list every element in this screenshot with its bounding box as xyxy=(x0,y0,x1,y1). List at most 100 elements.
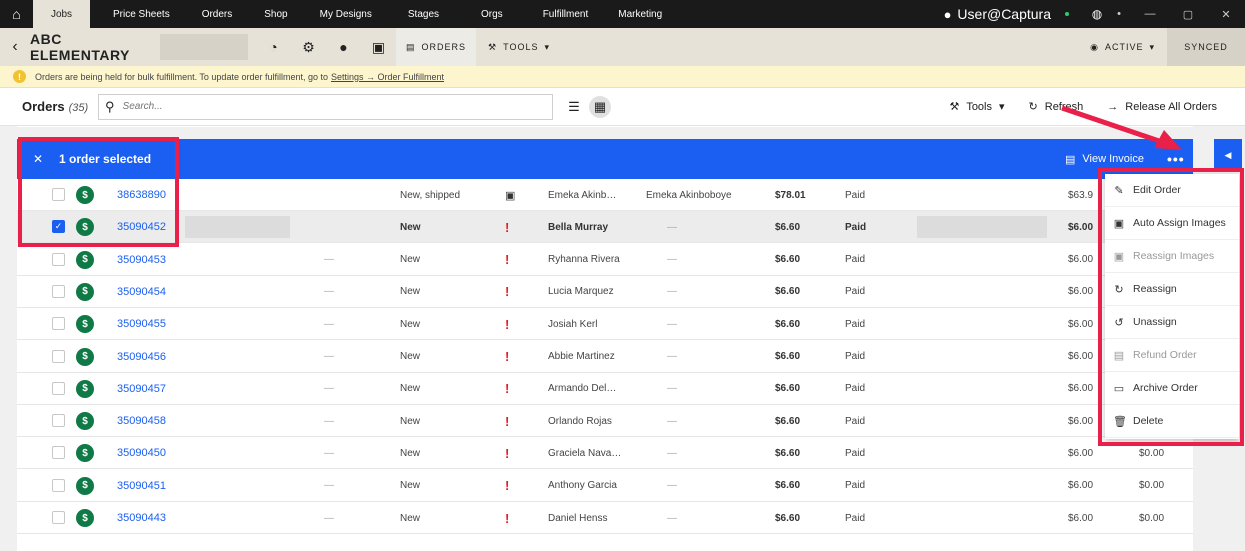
menu-item-auto-assign-images[interactable]: ▣ Auto Assign Images xyxy=(1105,207,1239,240)
empty-cell: — xyxy=(324,383,334,395)
dashboard-gauge-icon[interactable]: ◔ xyxy=(256,39,291,55)
table-row[interactable]: $35090454 — New! Lucia Marquez — $6.60 Paid $6.… xyxy=(17,276,1193,308)
refresh-icon: ↻ xyxy=(1028,101,1038,113)
nav-tab-fulfillment[interactable]: Fulfillment xyxy=(525,0,607,28)
menu-item-reassign-images: ▣ Reassign Images xyxy=(1105,240,1239,273)
tab-orders[interactable]: ▤ ORDERS xyxy=(396,28,477,71)
table-row[interactable]: $35090457 — New! Armando Del… — $6.60 Paid $6.0… xyxy=(17,373,1193,405)
dollar-icon: $ xyxy=(76,412,94,431)
menu-item-reassign[interactable]: ↻ Reassign xyxy=(1105,273,1239,306)
order-number-link[interactable]: 35090451 xyxy=(117,470,166,502)
window-menu-icon[interactable]: • xyxy=(1107,8,1131,20)
dollar-icon: $ xyxy=(76,315,94,334)
payment-status: Paid xyxy=(845,512,866,524)
table-row[interactable]: $38638890 New, shipped ▣ Emeka Akinb… Emeka … xyxy=(17,179,1193,211)
order-number-link[interactable]: 35090452 xyxy=(117,211,166,243)
row-checkbox[interactable] xyxy=(52,478,65,492)
nav-tab-orders[interactable]: Orders xyxy=(186,0,249,28)
row-checkbox[interactable] xyxy=(52,317,65,331)
order-number-link[interactable]: 35090456 xyxy=(117,341,166,373)
amount-cell: $0.00 xyxy=(1139,512,1165,524)
empty-cell: — xyxy=(667,512,677,524)
collapse-panel-icon[interactable]: ◀ xyxy=(1214,139,1242,171)
menu-item-archive-order[interactable]: ▭ Archive Order xyxy=(1105,372,1239,405)
maximize-icon[interactable]: ▢ xyxy=(1169,8,1207,21)
table-row[interactable]: ✓ $35090452 New! Bella Murray — $6.60 Paid $6.0… xyxy=(17,211,1193,244)
job-header: ‹ ABC ELEMENTARY ◔ ⚙ ● ▣ ▤ ORDERS ⚒ TOOL… xyxy=(0,28,1245,71)
amount-cell: $63.9 xyxy=(1068,189,1094,201)
menu-item-delete[interactable]: 🗑 Delete xyxy=(1105,405,1239,438)
sliders-filter-icon[interactable]: ☰ xyxy=(563,96,585,118)
nav-tab-my-designs[interactable]: My Designs xyxy=(304,0,388,28)
clear-selection-icon[interactable]: ✕ xyxy=(33,152,55,166)
dollar-icon: $ xyxy=(76,250,94,269)
row-checkbox[interactable] xyxy=(52,188,65,201)
search-input[interactable] xyxy=(122,101,523,112)
order-number-link[interactable]: 35090458 xyxy=(117,405,166,437)
warning-flag-icon: ! xyxy=(505,510,510,526)
menu-item-unassign[interactable]: ↺ Unassign xyxy=(1105,306,1239,339)
table-row[interactable]: $35090458 — New! Orlando Rojas — $6.60 Paid $6.… xyxy=(17,405,1193,438)
sync-status[interactable]: SYNCED xyxy=(1167,28,1245,66)
amount-cell: $6.00 xyxy=(1068,512,1094,524)
row-checkbox[interactable] xyxy=(52,349,65,363)
dollar-icon: $ xyxy=(76,186,94,204)
order-number-link[interactable]: 35090457 xyxy=(117,373,166,405)
row-checkbox[interactable] xyxy=(52,446,65,460)
menu-item-label: Refund Order xyxy=(1133,349,1197,361)
minimize-icon[interactable]: — xyxy=(1131,8,1169,20)
globe-icon[interactable]: ◍ xyxy=(1087,7,1107,21)
close-window-icon[interactable]: ✕ xyxy=(1207,8,1245,21)
order-status: New xyxy=(400,383,421,395)
search-box: ⚲ xyxy=(98,93,553,120)
table-row[interactable]: $35090453 — New! Ryhanna Rivera — $6.60 Paid $6… xyxy=(17,244,1193,276)
order-number-link[interactable]: 38638890 xyxy=(117,179,166,211)
image-icon: ▣ xyxy=(505,189,516,202)
nav-tab-shop[interactable]: Shop xyxy=(248,0,303,28)
gap-strip xyxy=(17,127,1193,139)
table-row[interactable]: $35090451 — New! Anthony Garcia — $6.60 Paid $6… xyxy=(17,470,1193,502)
tools-button[interactable]: ⚒ Tools ▾ xyxy=(949,100,1004,114)
dollar-icon: $ xyxy=(76,476,94,495)
row-checkbox[interactable] xyxy=(52,284,65,298)
amount-cell: $6.00 xyxy=(1068,415,1094,427)
notice-settings-link[interactable]: Settings → Order Fulfillment xyxy=(331,72,444,82)
order-number-link[interactable]: 35090450 xyxy=(117,437,166,469)
row-checkbox[interactable] xyxy=(52,252,65,266)
nav-tab-stages[interactable]: Stages xyxy=(388,0,459,28)
row-checkbox[interactable]: ✓ xyxy=(52,220,65,234)
nav-tab-price-sheets[interactable]: Price Sheets xyxy=(90,0,186,28)
row-checkbox[interactable] xyxy=(52,511,65,524)
row-checkbox[interactable] xyxy=(52,381,65,395)
person-icon[interactable]: ● xyxy=(326,39,361,55)
status-dropdown[interactable]: ◉ ACTIVE ▾ xyxy=(1090,42,1155,53)
photo-id-icon[interactable]: ▣ xyxy=(361,39,396,56)
table-row[interactable]: $35090455 — New! Josiah Kerl — $6.60 Paid $6.00 xyxy=(17,308,1193,341)
table-row[interactable]: $35090450 — New! Graciela Nava… — $6.60 Paid $6… xyxy=(17,437,1193,470)
order-number-link[interactable]: 35090454 xyxy=(117,276,166,308)
nav-tab-orgs[interactable]: Orgs xyxy=(459,0,525,28)
table-filter-icon[interactable]: ▦ xyxy=(589,95,611,118)
nav-tab-marketing[interactable]: Marketing xyxy=(606,0,674,28)
order-number-link[interactable]: 35090453 xyxy=(117,244,166,276)
menu-item-label: Unassign xyxy=(1133,316,1177,328)
empty-cell: — xyxy=(324,447,334,459)
gear-icon[interactable]: ⚙ xyxy=(291,39,326,56)
row-checkbox[interactable] xyxy=(52,414,65,428)
back-arrow-icon[interactable]: ‹ xyxy=(0,38,30,56)
table-row[interactable]: $35090456 — New! Abbie Martinez — $6.60 Paid $6… xyxy=(17,341,1193,373)
user-menu[interactable]: ● User@Captura xyxy=(944,6,1073,22)
order-number-link[interactable]: 35090455 xyxy=(117,308,166,340)
home-icon[interactable]: ⌂ xyxy=(0,0,33,28)
nav-tab-jobs[interactable]: Jobs xyxy=(33,0,90,28)
menu-item-label: Reassign Images xyxy=(1133,250,1215,262)
menu-item-label: Edit Order xyxy=(1133,184,1181,196)
order-number-link[interactable]: 35090443 xyxy=(117,502,166,534)
amount-cell: $0.00 xyxy=(1139,447,1165,459)
table-row[interactable]: $35090443 — New! Daniel Henss — $6.60 Paid $6.0… xyxy=(17,502,1193,534)
order-total: $78.01 xyxy=(775,189,806,201)
redo-icon: ↻ xyxy=(1114,283,1124,296)
menu-item-edit-order[interactable]: ✎ Edit Order xyxy=(1105,174,1239,207)
tools-dropdown[interactable]: ⚒ TOOLS ▾ xyxy=(476,42,562,53)
customer-name: Graciela Nava… xyxy=(548,447,622,459)
